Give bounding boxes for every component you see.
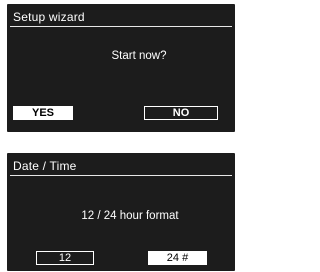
setup-wizard-title: Setup wizard (13, 10, 85, 24)
title-divider (10, 26, 232, 27)
date-time-screen: Date / Time 12 / 24 hour format 12 24 # (7, 153, 235, 271)
hour-format-prompt: 12 / 24 hour format (81, 210, 179, 222)
12-hour-button[interactable]: 12 (36, 251, 94, 265)
24-hour-button[interactable]: 24 # (148, 251, 207, 265)
start-now-prompt: Start now? (111, 50, 167, 62)
date-time-title: Date / Time (13, 159, 77, 173)
no-button[interactable]: NO (144, 106, 218, 120)
setup-wizard-screen: Setup wizard Start now? YES NO (7, 4, 235, 132)
title-divider (10, 175, 232, 176)
yes-button[interactable]: YES (13, 106, 73, 120)
